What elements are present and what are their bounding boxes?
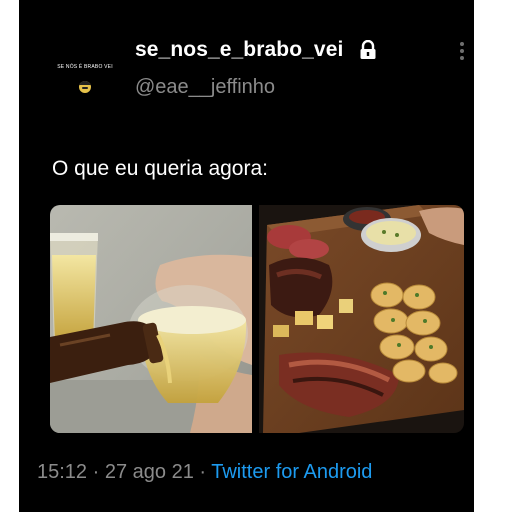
avatar-emoji-icon xyxy=(79,81,91,93)
frame-edge xyxy=(474,0,493,512)
tweet-time[interactable]: 15:12 xyxy=(37,461,87,483)
tweet-metadata: 15:12 · 27 ago 21 · Twitter for Android xyxy=(37,461,372,484)
separator: · xyxy=(87,461,105,483)
lock-icon xyxy=(360,40,376,59)
separator: · xyxy=(193,461,212,483)
avatar-caption: SE NÓS É BRABO VEI xyxy=(57,64,113,70)
tweet-date[interactable]: 27 ago 21 xyxy=(105,461,194,483)
tweet-source-link[interactable]: Twitter for Android xyxy=(211,461,372,483)
steak-board-photo[interactable] xyxy=(259,205,464,433)
more-options-icon[interactable] xyxy=(459,42,465,62)
display-name[interactable]: se_nos_e_brabo_vei xyxy=(135,38,343,62)
media-grid xyxy=(50,205,464,433)
beer-pouring-photo[interactable] xyxy=(50,205,252,433)
tweet-text: O que eu queria agora: xyxy=(52,157,268,180)
tweet-card: SE NÓS É BRABO VEI se_nos_e_brabo_vei @e… xyxy=(19,0,493,512)
avatar[interactable]: SE NÓS É BRABO VEI xyxy=(49,54,121,100)
user-handle[interactable]: @eae__jeffinho xyxy=(135,76,275,99)
